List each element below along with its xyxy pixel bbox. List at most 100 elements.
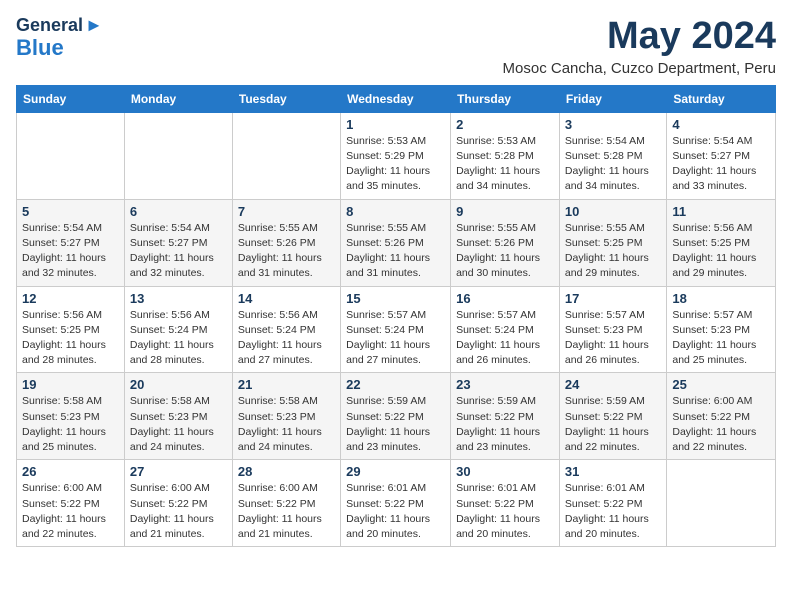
calendar-cell: 3 Sunrise: 5:54 AM Sunset: 5:28 PM Daylig… xyxy=(559,112,666,199)
calendar-cell: 17 Sunrise: 5:57 AM Sunset: 5:23 PM Dayli… xyxy=(559,286,666,373)
day-detail: Sunrise: 5:57 AM Sunset: 5:23 PM Dayligh… xyxy=(672,308,770,369)
calendar-cell: 26 Sunrise: 6:00 AM Sunset: 5:22 PM Dayli… xyxy=(17,460,125,547)
day-detail: Sunrise: 5:57 AM Sunset: 5:24 PM Dayligh… xyxy=(346,308,445,369)
day-detail: Sunrise: 5:53 AM Sunset: 5:29 PM Dayligh… xyxy=(346,134,445,195)
day-detail: Sunrise: 5:54 AM Sunset: 5:28 PM Dayligh… xyxy=(565,134,661,195)
day-number: 5 xyxy=(22,204,119,219)
calendar-cell: 22 Sunrise: 5:59 AM Sunset: 5:22 PM Dayli… xyxy=(341,373,451,460)
day-number: 16 xyxy=(456,291,554,306)
day-detail: Sunrise: 5:57 AM Sunset: 5:23 PM Dayligh… xyxy=(565,308,661,369)
day-number: 14 xyxy=(238,291,335,306)
day-detail: Sunrise: 5:56 AM Sunset: 5:24 PM Dayligh… xyxy=(130,308,227,369)
day-number: 27 xyxy=(130,464,227,479)
day-number: 13 xyxy=(130,291,227,306)
day-detail: Sunrise: 5:56 AM Sunset: 5:25 PM Dayligh… xyxy=(22,308,119,369)
weekday-header-monday: Monday xyxy=(124,85,232,112)
day-detail: Sunrise: 5:59 AM Sunset: 5:22 PM Dayligh… xyxy=(565,394,661,455)
calendar-cell: 23 Sunrise: 5:59 AM Sunset: 5:22 PM Dayli… xyxy=(451,373,560,460)
day-number: 29 xyxy=(346,464,445,479)
calendar-cell: 27Sunrise: 6:00 AM Sunset: 5:22 PM Dayli… xyxy=(124,460,232,547)
day-detail: Sunrise: 5:58 AM Sunset: 5:23 PM Dayligh… xyxy=(238,394,335,455)
day-number: 9 xyxy=(456,204,554,219)
day-number: 1 xyxy=(346,117,445,132)
day-number: 22 xyxy=(346,377,445,392)
day-number: 23 xyxy=(456,377,554,392)
calendar-cell: 25 Sunrise: 6:00 AM Sunset: 5:22 PM Dayli… xyxy=(667,373,776,460)
day-detail: Sunrise: 5:55 AM Sunset: 5:26 PM Dayligh… xyxy=(238,221,335,282)
day-detail: Sunrise: 5:59 AM Sunset: 5:22 PM Dayligh… xyxy=(346,394,445,455)
calendar-cell: 12 Sunrise: 5:56 AM Sunset: 5:25 PM Dayli… xyxy=(17,286,125,373)
day-number: 28 xyxy=(238,464,335,479)
day-detail: Sunrise: 5:59 AM Sunset: 5:22 PM Dayligh… xyxy=(456,394,554,455)
calendar-cell: 11 Sunrise: 5:56 AM Sunset: 5:25 PM Dayli… xyxy=(667,199,776,286)
calendar-cell: 5 Sunrise: 5:54 AM Sunset: 5:27 PM Daylig… xyxy=(17,199,125,286)
day-detail: Sunrise: 5:54 AM Sunset: 5:27 PM Dayligh… xyxy=(22,221,119,282)
calendar-cell: 29 Sunrise: 6:01 AM Sunset: 5:22 PM Dayli… xyxy=(341,460,451,547)
calendar-cell: 19 Sunrise: 5:58 AM Sunset: 5:23 PM Dayli… xyxy=(17,373,125,460)
month-title: May 2024 xyxy=(503,16,776,58)
day-detail: Sunrise: 6:01 AM Sunset: 5:22 PM Dayligh… xyxy=(456,481,554,542)
day-number: 10 xyxy=(565,204,661,219)
day-number: 26 xyxy=(22,464,119,479)
calendar-cell xyxy=(667,460,776,547)
calendar-cell: 1 Sunrise: 5:53 AM Sunset: 5:29 PM Daylig… xyxy=(341,112,451,199)
day-detail: Sunrise: 5:53 AM Sunset: 5:28 PM Dayligh… xyxy=(456,134,554,195)
day-number: 17 xyxy=(565,291,661,306)
day-detail: Sunrise: 6:00 AM Sunset: 5:22 PM Dayligh… xyxy=(672,394,770,455)
day-detail: Sunrise: 6:00 AM Sunset: 5:22 PM Dayligh… xyxy=(238,481,335,542)
day-number: 12 xyxy=(22,291,119,306)
day-number: 15 xyxy=(346,291,445,306)
day-number: 25 xyxy=(672,377,770,392)
weekday-header-friday: Friday xyxy=(559,85,666,112)
day-detail: Sunrise: 5:57 AM Sunset: 5:24 PM Dayligh… xyxy=(456,308,554,369)
day-number: 8 xyxy=(346,204,445,219)
weekday-header-thursday: Thursday xyxy=(451,85,560,112)
calendar-cell: 6Sunrise: 5:54 AM Sunset: 5:27 PM Daylig… xyxy=(124,199,232,286)
weekday-header-sunday: Sunday xyxy=(17,85,125,112)
calendar-cell: 31 Sunrise: 6:01 AM Sunset: 5:22 PM Dayli… xyxy=(559,460,666,547)
calendar-cell xyxy=(17,112,125,199)
title-block: May 2024 Mosoc Cancha, Cuzco Department,… xyxy=(503,16,776,77)
day-detail: Sunrise: 5:56 AM Sunset: 5:25 PM Dayligh… xyxy=(672,221,770,282)
calendar-cell: 8 Sunrise: 5:55 AM Sunset: 5:26 PM Daylig… xyxy=(341,199,451,286)
calendar-table: SundayMondayTuesdayWednesdayThursdayFrid… xyxy=(16,85,776,547)
calendar-cell: 4Sunrise: 5:54 AM Sunset: 5:27 PM Daylig… xyxy=(667,112,776,199)
day-number: 3 xyxy=(565,117,661,132)
day-number: 31 xyxy=(565,464,661,479)
page-header: General► Blue May 2024 Mosoc Cancha, Cuz… xyxy=(16,16,776,77)
day-detail: Sunrise: 6:01 AM Sunset: 5:22 PM Dayligh… xyxy=(565,481,661,542)
day-number: 18 xyxy=(672,291,770,306)
calendar-cell: 28 Sunrise: 6:00 AM Sunset: 5:22 PM Dayli… xyxy=(232,460,340,547)
logo: General► Blue xyxy=(16,16,103,60)
day-number: 6 xyxy=(130,204,227,219)
weekday-header-tuesday: Tuesday xyxy=(232,85,340,112)
calendar-cell xyxy=(124,112,232,199)
calendar-cell: 2 Sunrise: 5:53 AM Sunset: 5:28 PM Daylig… xyxy=(451,112,560,199)
calendar-cell: 16 Sunrise: 5:57 AM Sunset: 5:24 PM Dayli… xyxy=(451,286,560,373)
calendar-cell: 24 Sunrise: 5:59 AM Sunset: 5:22 PM Dayli… xyxy=(559,373,666,460)
calendar-cell: 15 Sunrise: 5:57 AM Sunset: 5:24 PM Dayli… xyxy=(341,286,451,373)
calendar-cell: 10 Sunrise: 5:55 AM Sunset: 5:25 PM Dayli… xyxy=(559,199,666,286)
logo-text: General► Blue xyxy=(16,16,103,60)
weekday-header-wednesday: Wednesday xyxy=(341,85,451,112)
weekday-header-saturday: Saturday xyxy=(667,85,776,112)
day-detail: Sunrise: 5:58 AM Sunset: 5:23 PM Dayligh… xyxy=(22,394,119,455)
calendar-cell: 18 Sunrise: 5:57 AM Sunset: 5:23 PM Dayli… xyxy=(667,286,776,373)
day-number: 24 xyxy=(565,377,661,392)
day-detail: Sunrise: 6:01 AM Sunset: 5:22 PM Dayligh… xyxy=(346,481,445,542)
day-number: 2 xyxy=(456,117,554,132)
calendar-cell xyxy=(232,112,340,199)
calendar-cell: 21 Sunrise: 5:58 AM Sunset: 5:23 PM Dayli… xyxy=(232,373,340,460)
day-number: 11 xyxy=(672,204,770,219)
calendar-cell: 20Sunrise: 5:58 AM Sunset: 5:23 PM Dayli… xyxy=(124,373,232,460)
day-number: 21 xyxy=(238,377,335,392)
location-title: Mosoc Cancha, Cuzco Department, Peru xyxy=(503,60,776,77)
day-detail: Sunrise: 6:00 AM Sunset: 5:22 PM Dayligh… xyxy=(22,481,119,542)
calendar-cell: 9Sunrise: 5:55 AM Sunset: 5:26 PM Daylig… xyxy=(451,199,560,286)
day-detail: Sunrise: 5:55 AM Sunset: 5:26 PM Dayligh… xyxy=(346,221,445,282)
day-detail: Sunrise: 5:55 AM Sunset: 5:25 PM Dayligh… xyxy=(565,221,661,282)
day-number: 19 xyxy=(22,377,119,392)
calendar-cell: 7 Sunrise: 5:55 AM Sunset: 5:26 PM Daylig… xyxy=(232,199,340,286)
day-number: 7 xyxy=(238,204,335,219)
day-detail: Sunrise: 5:54 AM Sunset: 5:27 PM Dayligh… xyxy=(672,134,770,195)
